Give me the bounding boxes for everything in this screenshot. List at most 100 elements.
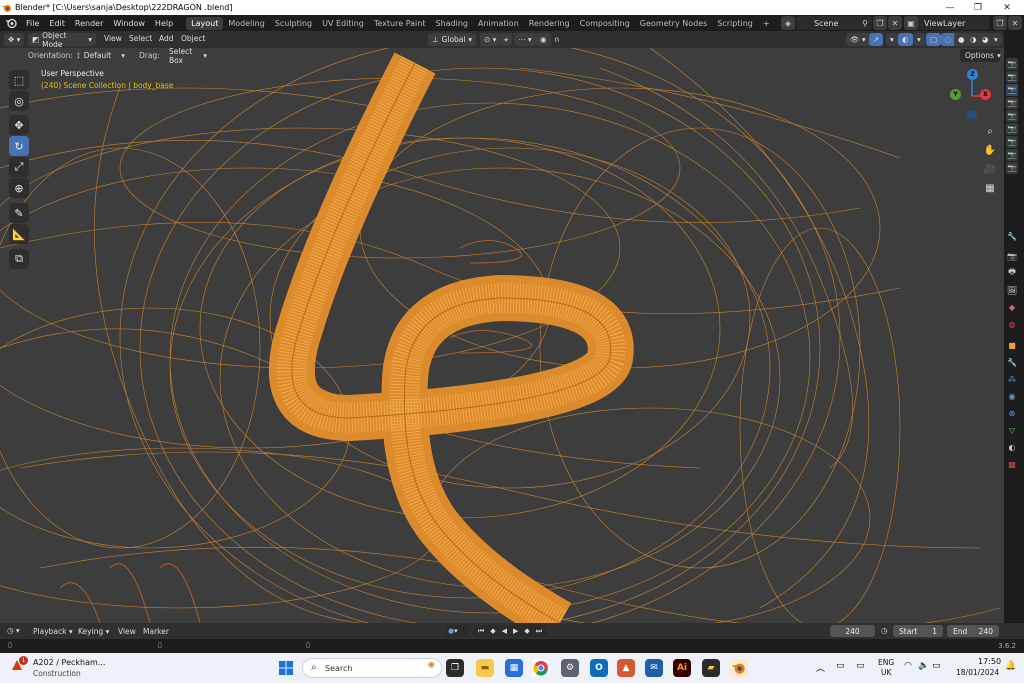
orientation-selector[interactable]: ⟟ Default ▾ (72, 49, 130, 62)
sticky-notes-icon[interactable]: ▰ (702, 659, 720, 677)
wifi-icon[interactable]: ◠ (904, 661, 912, 671)
constraints-props-icon[interactable]: ⊗ (1005, 406, 1019, 420)
tab-geometry-nodes[interactable]: Geometry Nodes (635, 17, 712, 30)
perspective-grid-icon[interactable]: ▦ (981, 179, 999, 197)
view-layer-selector[interactable]: ViewLayer (918, 16, 990, 30)
language-label[interactable]: ENG (878, 658, 894, 667)
falloff-icon[interactable]: ∩ (550, 33, 564, 46)
world-props-icon[interactable]: ◍ (1005, 317, 1019, 331)
tab-layout[interactable]: Layout (186, 16, 224, 30)
output-props-icon[interactable]: 🖶 (1005, 266, 1019, 280)
gizmo-y-axis[interactable]: Y (950, 89, 961, 100)
scene-props-icon[interactable]: ◆ (1005, 300, 1019, 314)
close-button[interactable]: ✕ (992, 0, 1022, 15)
end-frame-field[interactable]: End 240 (947, 625, 999, 637)
snap-settings-button[interactable]: ⋯ ▾ (514, 33, 536, 46)
tab-modeling[interactable]: Modeling (223, 17, 269, 30)
outlook-icon[interactable]: O (590, 659, 608, 677)
camera-toggle-icon[interactable]: 📷 (1006, 97, 1018, 109)
menu-select[interactable]: Select (129, 34, 152, 43)
clock-time[interactable]: 17:50 (978, 657, 1001, 666)
camera-view-icon[interactable]: 🎥 (981, 160, 999, 178)
menu-keying[interactable]: Keying ▾ (78, 627, 109, 636)
tab-animation[interactable]: Animation (473, 17, 524, 30)
taskbar-search-input[interactable]: ⌕ Search ✺ (302, 658, 442, 678)
tray-app-icon[interactable]: ▭ (836, 661, 845, 671)
weather-title[interactable]: A202 / Peckham... (33, 658, 105, 667)
editor-type-button[interactable]: ✥ ▾ (4, 33, 25, 46)
mode-selector[interactable]: ◩ Object Mode ▾ (28, 31, 96, 49)
gizmo-toggle-icon[interactable]: ↗ (869, 33, 884, 46)
tray-device-icon[interactable]: ▭ (856, 661, 865, 671)
illustrator-icon[interactable]: Ai (673, 659, 691, 677)
menu-view[interactable]: View (104, 34, 122, 43)
volume-icon[interactable]: 🔈 (918, 661, 929, 671)
jump-end-icon[interactable]: ⏭ (536, 627, 542, 636)
gizmo-x-axis[interactable]: X (980, 89, 991, 100)
timeline-editor-type-icon[interactable]: ◷ ▾ (7, 626, 20, 635)
new-scene-button[interactable]: ❐ (873, 16, 887, 30)
tab-compositing[interactable]: Compositing (575, 17, 635, 30)
material-props-icon[interactable]: ◐ (1005, 440, 1019, 454)
gizmo-settings-button[interactable]: ▾ (886, 33, 898, 46)
delete-view-layer-button[interactable]: ✕ (1008, 16, 1022, 30)
overlay-settings-button[interactable]: ▾ (913, 33, 925, 46)
chevron-up-icon[interactable]: ︿ (816, 661, 825, 674)
3d-viewport[interactable] (0, 48, 1004, 623)
prev-keyframe-icon[interactable]: ◆ (490, 627, 495, 635)
scale-tool-icon[interactable]: ⤢ (9, 157, 29, 177)
mail-icon[interactable]: ✉ (645, 659, 663, 677)
tab-rendering[interactable]: Rendering (524, 17, 575, 30)
camera-toggle-icon[interactable]: 📷 (1006, 71, 1018, 83)
particles-props-icon[interactable]: ⁂ (1005, 372, 1019, 386)
camera-toggle-icon[interactable]: 📷 (1006, 58, 1018, 70)
play-icon[interactable]: ▶ (513, 627, 518, 635)
file-explorer-icon[interactable]: ▬ (476, 659, 494, 677)
delete-scene-button[interactable]: ✕ (888, 16, 902, 30)
transform-tool-icon[interactable]: ⊕ (9, 178, 29, 198)
preview-range-icon[interactable]: ◷ (881, 626, 888, 635)
menu-window[interactable]: Window (108, 19, 150, 28)
settings-gear-icon[interactable]: ⚙ (561, 659, 579, 677)
camera-toggle-icon[interactable]: 📷 (1006, 136, 1018, 148)
weather-widget-icon[interactable]: 1 (10, 656, 28, 672)
maximize-button[interactable]: ❐ (963, 0, 993, 15)
current-frame-field[interactable]: 240 (830, 625, 875, 637)
pan-hand-icon[interactable]: ✋ (981, 141, 999, 159)
gizmo-neg-z-axis[interactable] (967, 110, 977, 120)
camera-toggle-icon[interactable]: 📷 (1006, 162, 1018, 174)
physics-props-icon[interactable]: ◉ (1005, 389, 1019, 403)
tab-shading[interactable]: Shading (430, 17, 473, 30)
tab-uv-editing[interactable]: UV Editing (317, 17, 369, 30)
snap-toggle-icon[interactable]: ⌖ (500, 33, 513, 46)
minimize-button[interactable]: — (935, 0, 965, 15)
blender-menu-icon[interactable] (5, 17, 17, 29)
rotate-tool-icon[interactable]: ↻ (9, 136, 29, 156)
windows-start-icon[interactable] (277, 659, 295, 677)
scene-type-icon[interactable]: ◈ (781, 16, 795, 30)
pin-scene-icon[interactable]: ⚲ (858, 16, 872, 30)
options-button[interactable]: Options ▾ (960, 49, 1001, 62)
select-box-tool-icon[interactable]: ⬚ (9, 70, 29, 90)
chrome-icon[interactable] (532, 659, 550, 677)
object-props-icon[interactable]: ■ (1005, 338, 1019, 352)
store-icon[interactable]: ▦ (505, 659, 523, 677)
add-cube-tool-icon[interactable]: ⧉ (9, 249, 29, 269)
menu-add[interactable]: Add (159, 34, 174, 43)
battery-icon[interactable]: ▭ (932, 661, 941, 671)
menu-playback[interactable]: Playback ▾ (33, 627, 73, 636)
view-layer-props-icon[interactable]: 🖼 (1005, 283, 1019, 297)
shading-settings-button[interactable]: ▾ (990, 33, 1002, 46)
menu-help[interactable]: Help (150, 19, 178, 28)
menu-file[interactable]: File (21, 19, 44, 28)
data-props-icon[interactable]: ▽ (1005, 423, 1019, 437)
tab-texture-paint[interactable]: Texture Paint (369, 17, 431, 30)
annotate-tool-icon[interactable]: ✎ (9, 203, 29, 223)
view-layer-icon[interactable]: ▣ (904, 16, 918, 30)
camera-toggle-icon[interactable]: 📷 (1006, 149, 1018, 161)
auto-keying-toggle[interactable]: ● ▾ (446, 625, 468, 637)
measure-tool-icon[interactable]: 📐 (9, 224, 29, 244)
xray-toggle-icon[interactable]: ▢ (926, 33, 942, 46)
blender-taskbar-icon[interactable] (730, 659, 748, 677)
pivot-point-button[interactable]: ⊙ ▾ (480, 33, 501, 46)
